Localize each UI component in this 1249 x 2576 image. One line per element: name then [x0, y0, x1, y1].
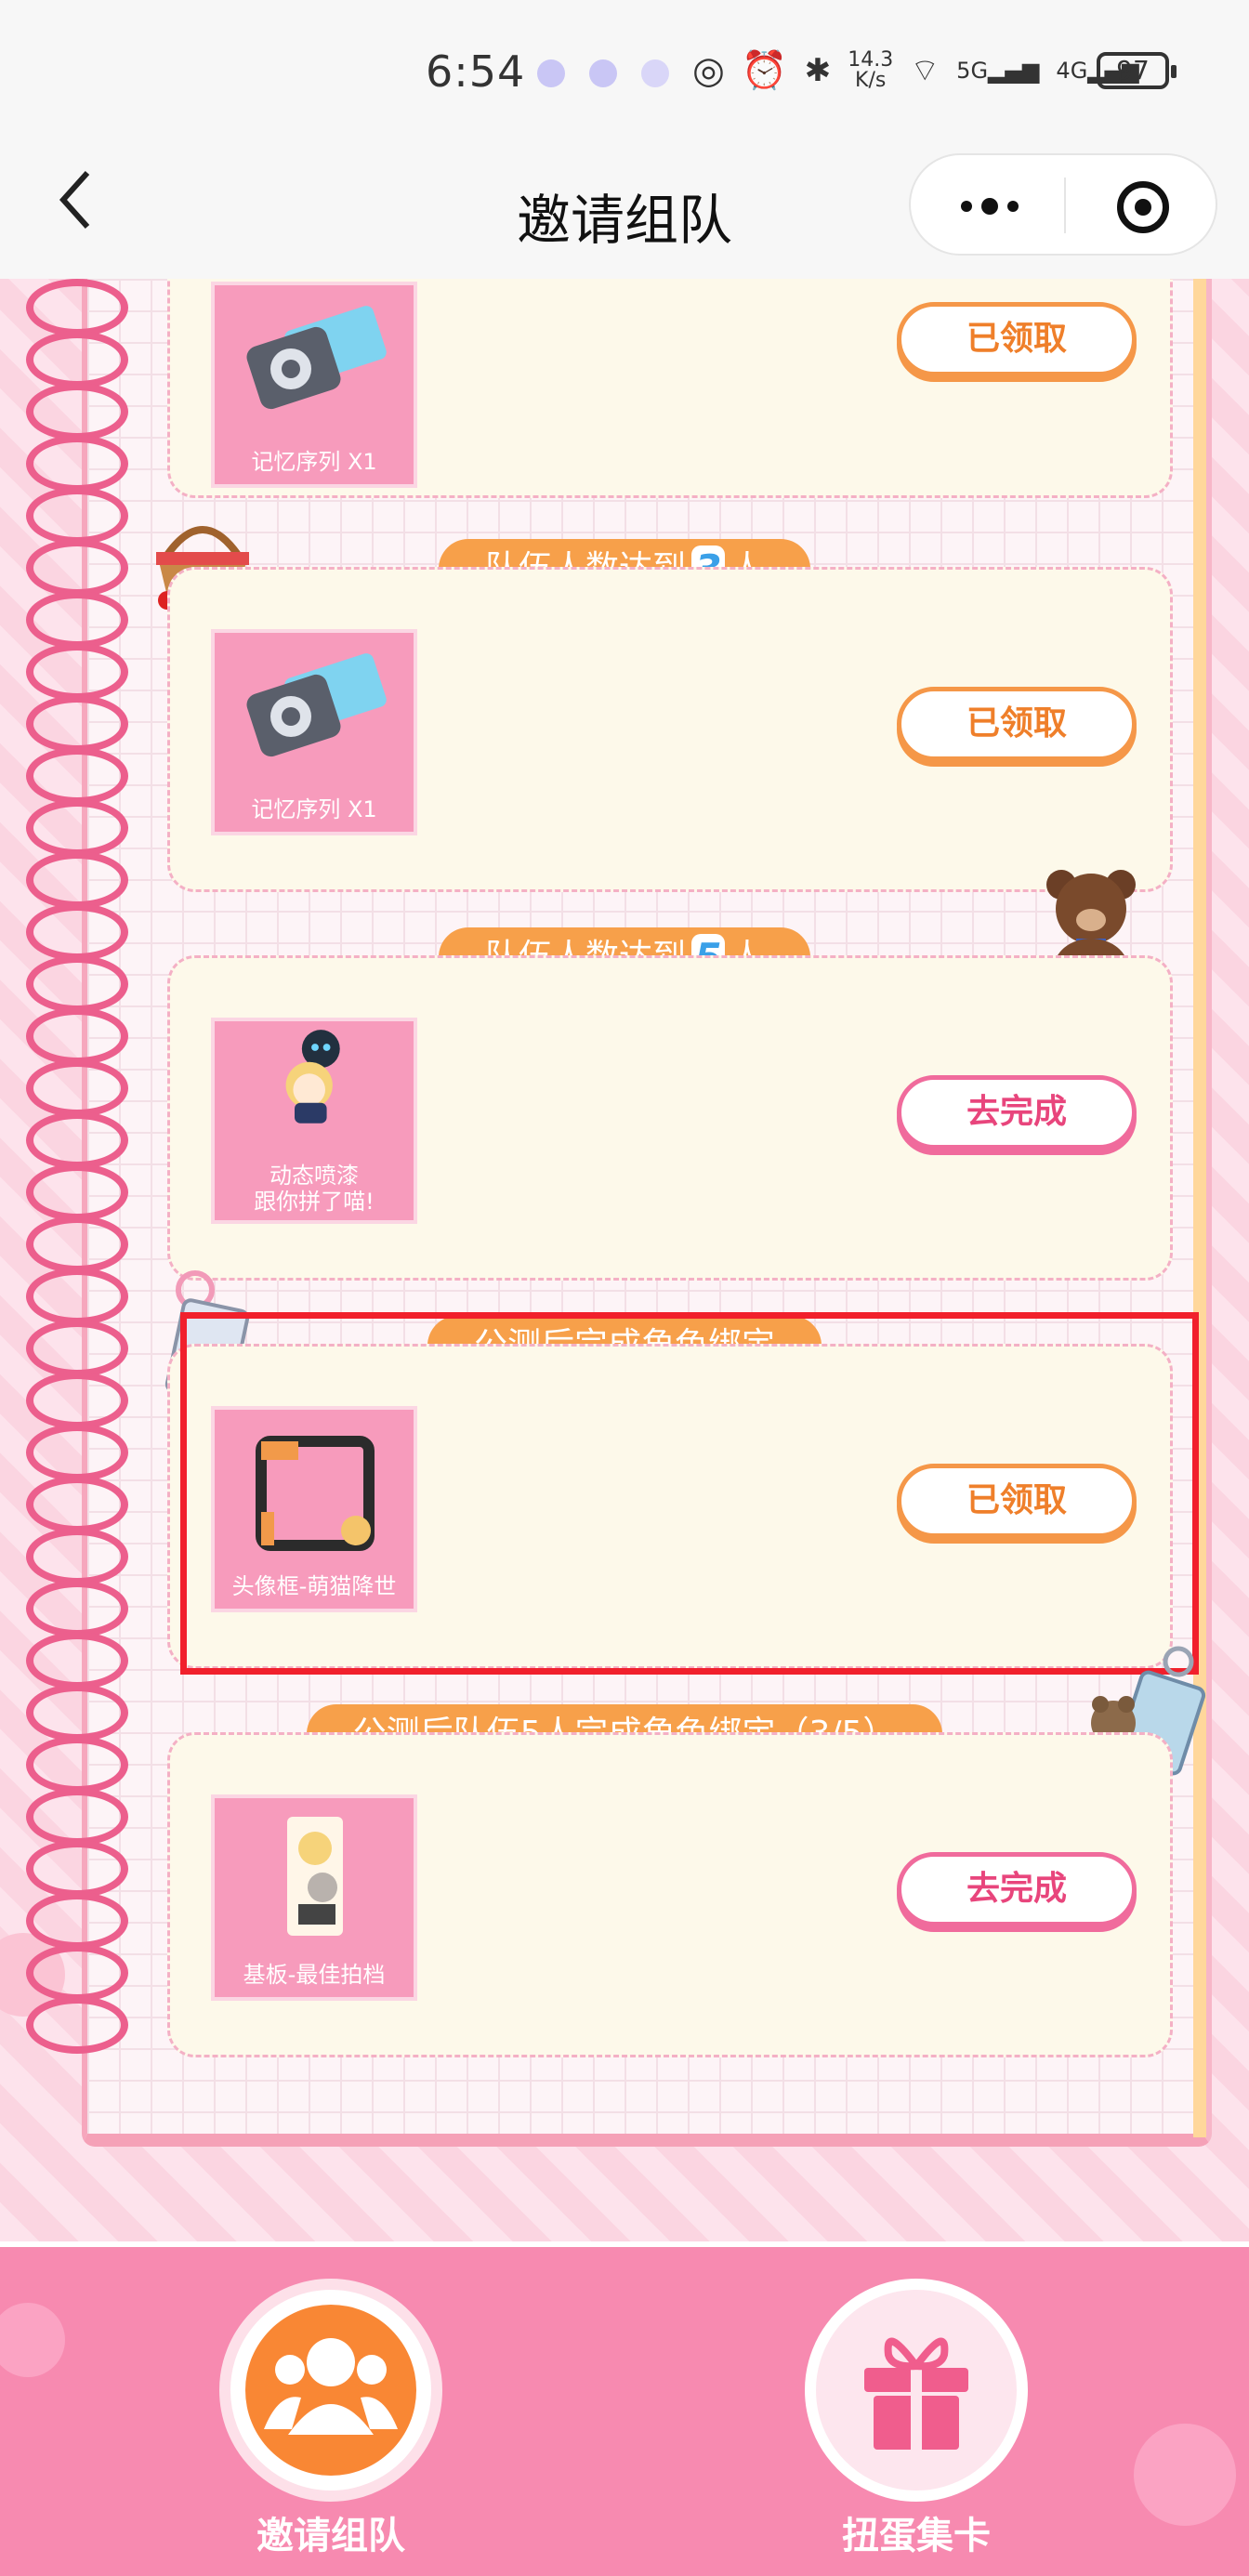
status-bar: 6:54 ◎ ⏰ ✱ 14.3 K/s ⌔ 5G▂▄▆ 4G▂▄▆ 97	[0, 0, 1249, 139]
task-card-3: 动态喷漆 跟你拼了喵! 去完成	[167, 955, 1173, 1281]
chibi-character-icon	[285, 1030, 340, 1124]
go-complete-button[interactable]: 去完成	[897, 1852, 1137, 1926]
target-close-icon[interactable]	[1117, 181, 1169, 233]
app-notification-icon	[537, 59, 565, 87]
tab-label-gacha[interactable]: 扭蛋集卡	[777, 2505, 1056, 2559]
memory-sequence-icon	[246, 306, 387, 410]
hotspot-icon: ◎	[692, 48, 725, 92]
tab-label-invite[interactable]: 邀请组队	[191, 2505, 470, 2559]
wifi-icon: ⌔	[910, 52, 940, 89]
reward-item: 记忆序列 X1	[211, 282, 417, 488]
status-time: 6:54	[426, 46, 526, 97]
capsule-divider	[1064, 177, 1066, 233]
task-list-area[interactable]: 记忆序列 X1 已领取 队伍人数达到3人 记忆序列 X1 已领取	[0, 279, 1249, 2241]
more-dots-icon[interactable]	[957, 174, 1022, 250]
highlight-box	[180, 1312, 1199, 1675]
gift-icon	[864, 2337, 968, 2450]
task-card-2: 记忆序列 X1 已领取	[167, 567, 1173, 892]
go-complete-button[interactable]: 去完成	[897, 1075, 1137, 1150]
task-card-1: 记忆序列 X1 已领取	[167, 279, 1173, 498]
status-icons: ◎ ⏰ ✱ 14.3 K/s ⌔ 5G▂▄▆ 4G▂▄▆	[692, 47, 1139, 93]
paw-decoration	[1134, 2424, 1236, 2526]
cloud-notification-icon	[641, 59, 669, 87]
reward-item: 动态喷漆 跟你拼了喵!	[211, 1018, 417, 1224]
bottom-tab-bar: 邀请组队 扭蛋集卡	[0, 2241, 1249, 2576]
nav-bar: 邀请组队	[0, 139, 1249, 279]
team-users-icon	[264, 2338, 398, 2435]
memory-sequence-icon	[246, 653, 387, 757]
task-card-5: 基板-最佳拍档 去完成	[167, 1732, 1173, 2057]
board-best-partner-icon	[287, 1817, 343, 1936]
reward-item: 记忆序列 X1	[211, 629, 417, 835]
alarm-icon: ⏰	[741, 49, 788, 92]
bluetooth-icon: ✱	[804, 51, 832, 89]
signal-5g: 5G▂▄▆	[956, 57, 1040, 84]
mini-program-capsule	[909, 153, 1217, 256]
tab-invite-team[interactable]	[219, 2279, 442, 2502]
claimed-button[interactable]: 已领取	[897, 687, 1137, 761]
reward-item: 基板-最佳拍档	[211, 1794, 417, 2001]
battery-indicator: 97	[1097, 52, 1177, 89]
claimed-button[interactable]: 已领取	[897, 302, 1137, 376]
message-notification-icon	[589, 59, 617, 87]
paw-decoration	[0, 2303, 65, 2377]
tab-gacha-cards[interactable]	[805, 2279, 1028, 2502]
net-speed: 14.3 K/s	[848, 47, 894, 92]
